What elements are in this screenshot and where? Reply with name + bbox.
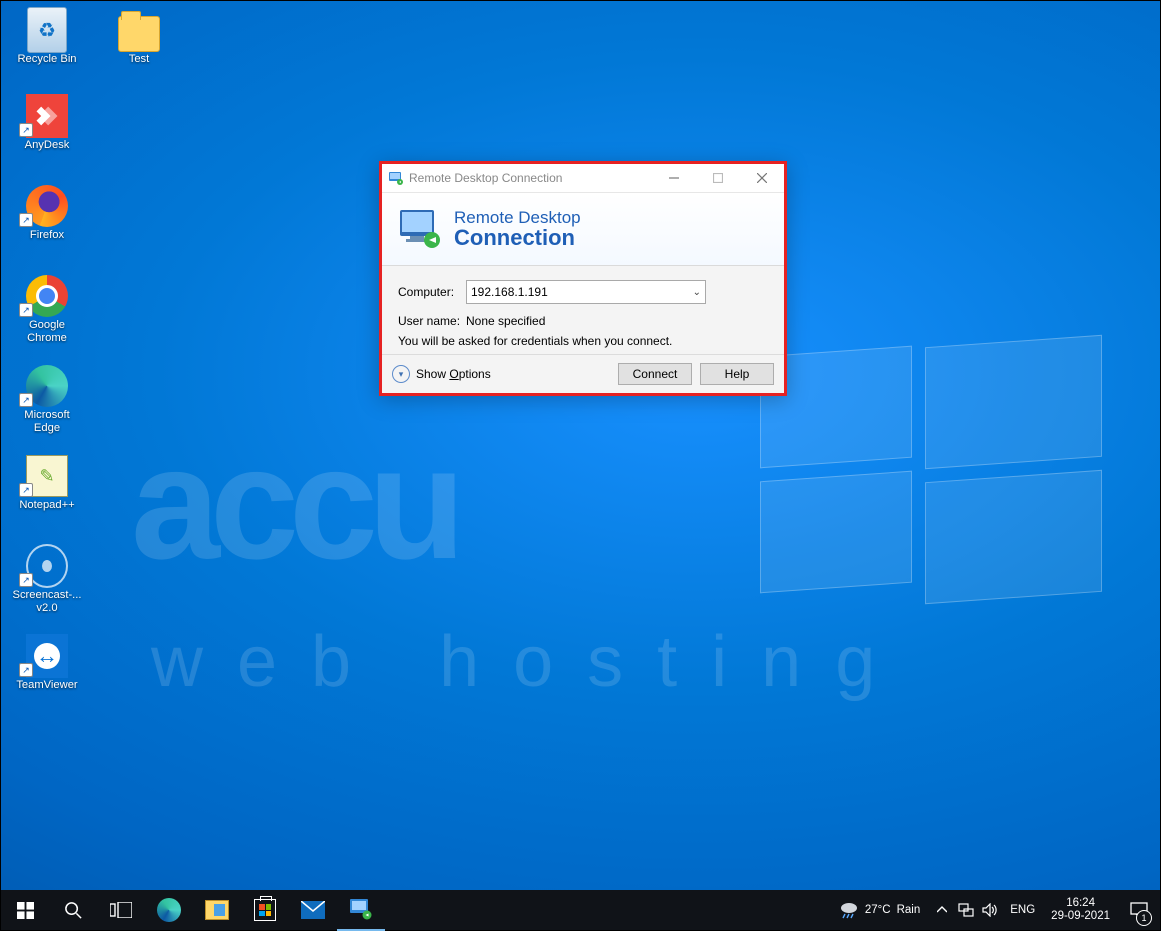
start-button[interactable] (1, 890, 49, 930)
dialog-body: Computer: 192.168.1.191 ⌄ User name: Non… (382, 266, 784, 354)
desktop-icon-label: AnyDesk (23, 139, 72, 152)
remote-desktop-dialog: Remote Desktop Connection Remote Desktop… (379, 161, 787, 396)
taskbar-app-rdc[interactable] (337, 889, 385, 931)
windows-start-icon (17, 902, 34, 919)
rdc-banner-icon (396, 206, 444, 252)
shortcut-arrow-icon: ↗ (19, 663, 33, 677)
volume-icon (982, 903, 998, 917)
close-button[interactable] (740, 164, 784, 192)
tray-overflow-button[interactable] (930, 890, 954, 930)
banner-line1: Remote Desktop (454, 209, 581, 227)
file-explorer-icon (205, 900, 229, 920)
desktop-icon-label: Google Chrome (9, 319, 85, 345)
desktop-icon-anydesk[interactable]: ↗ AnyDesk (9, 95, 85, 171)
chevron-down-icon: ⌄ (693, 287, 701, 298)
desktop-icon-chrome[interactable]: ↗ Google Chrome (9, 275, 85, 351)
shortcut-arrow-icon: ↗ (19, 303, 33, 317)
task-view-button[interactable] (97, 890, 145, 930)
desktop-icon-label: Notepad++ (17, 499, 76, 512)
show-options-label: Show Options (416, 367, 491, 381)
folder-icon (118, 16, 160, 52)
username-value: None specified (466, 314, 545, 328)
shortcut-arrow-icon: ↗ (19, 393, 33, 407)
shortcut-arrow-icon: ↗ (19, 573, 33, 587)
desktop-icon-label: Microsoft Edge (9, 409, 85, 435)
desktop-icon-label: Test (127, 53, 152, 66)
rdc-title-icon (388, 170, 404, 186)
weather-widget[interactable]: 27°C Rain (829, 890, 930, 930)
watermark-subtext: web hosting (151, 621, 909, 703)
windows-logo-wallpaper (760, 341, 1100, 601)
tray-network-icon[interactable] (954, 890, 978, 930)
weather-temp: 27°C (865, 904, 891, 916)
tray-volume-icon[interactable] (978, 890, 1002, 930)
watermark-text: accu (131, 431, 456, 575)
network-icon (958, 903, 974, 917)
system-tray: 27°C Rain ENG 16:24 29-09-2021 1 (829, 890, 1160, 930)
desktop-icon-label: TeamViewer (14, 679, 79, 692)
computer-combobox[interactable]: 192.168.1.191 ⌄ (466, 280, 706, 304)
edge-icon (157, 898, 181, 922)
desktop-icon-teamviewer[interactable]: ↗ TeamViewer (9, 635, 85, 711)
desktop-icon-label: Screencast-... v2.0 (9, 589, 85, 615)
shortcut-arrow-icon: ↗ (19, 213, 33, 227)
tray-time: 16:24 (1051, 897, 1110, 910)
banner-line2: Connection (454, 226, 581, 249)
search-icon (64, 901, 83, 920)
desktop-icon-label: Firefox (28, 229, 66, 242)
chevron-down-circle-icon: ▾ (392, 365, 410, 383)
taskbar-app-mail[interactable] (289, 890, 337, 930)
credentials-hint: You will be asked for credentials when y… (398, 334, 768, 348)
taskbar-app-explorer[interactable] (193, 890, 241, 930)
taskbar-app-store[interactable] (241, 890, 289, 930)
connect-button[interactable]: Connect (618, 363, 692, 385)
mail-icon (301, 901, 325, 919)
computer-value: 192.168.1.191 (471, 285, 548, 299)
desktop-icon-screencast[interactable]: ↗ Screencast-... v2.0 (9, 545, 85, 621)
desktop-icon-notepadpp[interactable]: ↗ Notepad++ (9, 455, 85, 531)
desktop-icon-edge[interactable]: ↗ Microsoft Edge (9, 365, 85, 441)
recycle-bin-icon (27, 7, 67, 53)
weather-desc: Rain (897, 904, 921, 916)
action-center-button[interactable]: 1 (1118, 890, 1160, 930)
weather-icon (839, 901, 859, 919)
desktop-icon-row: Recycle Bin Test (9, 9, 177, 85)
microsoft-store-icon (254, 899, 276, 921)
dialog-titlebar[interactable]: Remote Desktop Connection (382, 164, 784, 193)
username-label: User name: (398, 314, 466, 328)
help-button[interactable]: Help (700, 363, 774, 385)
desktop-icon-label: Recycle Bin (15, 53, 78, 66)
shortcut-arrow-icon: ↗ (19, 483, 33, 497)
tray-date: 29-09-2021 (1051, 910, 1110, 923)
taskbar-app-edge[interactable] (145, 890, 193, 930)
notification-badge: 1 (1136, 910, 1152, 926)
search-button[interactable] (49, 890, 97, 930)
tray-language[interactable]: ENG (1002, 904, 1043, 916)
desktop-icon-recycle-bin[interactable]: Recycle Bin (9, 9, 85, 85)
taskbar: 27°C Rain ENG 16:24 29-09-2021 1 (1, 890, 1160, 930)
tray-clock[interactable]: 16:24 29-09-2021 (1043, 897, 1118, 923)
rdc-icon (349, 898, 373, 920)
show-options-toggle[interactable]: ▾ Show Options (392, 365, 491, 383)
dialog-banner: Remote Desktop Connection (382, 193, 784, 266)
desktop-icon-test-folder[interactable]: Test (101, 9, 177, 85)
dialog-title: Remote Desktop Connection (382, 170, 652, 186)
task-view-icon (110, 902, 132, 918)
desktop-icon-firefox[interactable]: ↗ Firefox (9, 185, 85, 261)
maximize-button[interactable] (696, 164, 740, 192)
computer-label: Computer: (398, 285, 466, 299)
desktop-icon-column: ↗ AnyDesk ↗ Firefox ↗ Google Chrome ↗ Mi… (9, 95, 85, 711)
shortcut-arrow-icon: ↗ (19, 123, 33, 137)
minimize-button[interactable] (652, 164, 696, 192)
dialog-footer: ▾ Show Options Connect Help (382, 354, 784, 393)
chevron-up-icon (937, 905, 947, 915)
